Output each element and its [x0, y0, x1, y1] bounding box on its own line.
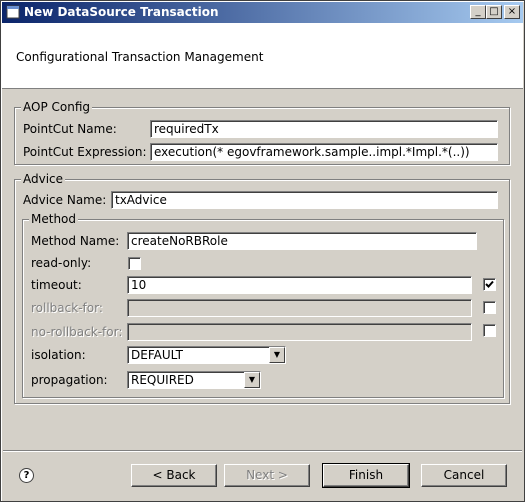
no-rollback-for-checkbox[interactable] — [483, 324, 496, 337]
timeout-checkbox[interactable] — [483, 278, 496, 291]
rollback-for-input[interactable] — [127, 299, 472, 317]
method-name-input[interactable]: createNoRBRole — [127, 232, 477, 250]
advice-label: Advice — [21, 172, 66, 186]
cancel-button[interactable]: Cancel — [421, 464, 507, 487]
header-description: Configurational Transaction Management — [16, 50, 264, 64]
help-icon[interactable]: ? — [19, 468, 34, 483]
pointcut-expression-input[interactable]: execution(* egovframework.sample..impl.*… — [150, 143, 498, 161]
finish-button[interactable]: Finish — [322, 463, 410, 488]
propagation-select[interactable]: REQUIRED ▼ — [127, 371, 261, 389]
wizard-header: Configurational Transaction Management — [2, 23, 523, 89]
title-bar[interactable]: New DataSource Transaction _ □ × — [2, 2, 523, 23]
close-button[interactable]: × — [504, 5, 520, 19]
isolation-value: DEFAULT — [131, 348, 183, 362]
next-button[interactable]: Next > — [224, 464, 310, 487]
window-title: New DataSource Transaction — [24, 5, 219, 19]
chevron-down-icon[interactable]: ▼ — [244, 372, 260, 388]
window-icon — [6, 5, 20, 19]
method-name-label: Method Name: — [31, 234, 120, 248]
read-only-label: read-only: — [31, 256, 92, 270]
advice-name-input[interactable]: txAdvice — [111, 191, 498, 209]
propagation-value: REQUIRED — [131, 373, 194, 387]
chevron-down-icon[interactable]: ▼ — [269, 347, 285, 363]
back-button[interactable]: < Back — [131, 464, 217, 487]
isolation-label: isolation: — [31, 348, 86, 362]
separator — [3, 450, 522, 452]
checkmark-icon — [485, 280, 494, 288]
minimize-button[interactable]: _ — [470, 5, 486, 19]
no-rollback-for-label: no-rollback-for: — [31, 325, 123, 339]
read-only-checkbox[interactable] — [128, 257, 141, 270]
no-rollback-for-input[interactable] — [127, 323, 472, 341]
timeout-input[interactable]: 10 — [127, 276, 472, 294]
isolation-select[interactable]: DEFAULT ▼ — [127, 346, 286, 364]
pointcut-name-input[interactable]: requiredTx — [150, 120, 498, 138]
advice-name-label: Advice Name: — [23, 193, 107, 207]
rollback-for-checkbox[interactable] — [483, 301, 496, 314]
rollback-for-label: rollback-for: — [31, 301, 103, 315]
propagation-label: propagation: — [31, 373, 108, 387]
pointcut-name-label: PointCut Name: — [23, 122, 117, 136]
pointcut-expression-label: PointCut Expression: — [23, 145, 147, 159]
timeout-label: timeout: — [31, 278, 82, 292]
method-label: Method — [29, 212, 79, 226]
maximize-button[interactable]: □ — [486, 5, 502, 19]
dialog-window: New DataSource Transaction _ □ × Configu… — [0, 0, 525, 502]
aop-config-label: AOP Config — [21, 100, 92, 114]
